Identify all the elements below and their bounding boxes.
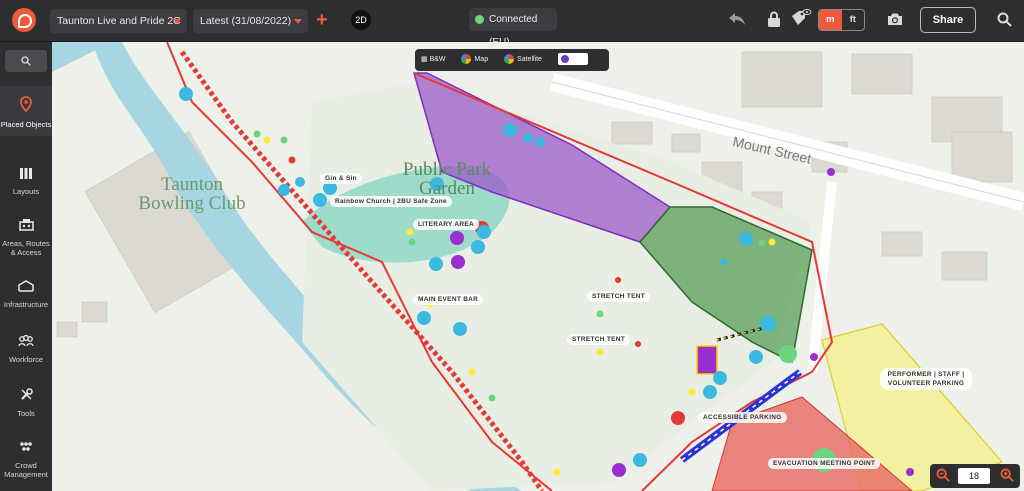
sidebar-item-tools[interactable]: Tools: [0, 388, 52, 418]
search-icon[interactable]: [997, 12, 1012, 27]
view-mode-toggle[interactable]: 2D: [351, 10, 371, 30]
lock-icon[interactable]: [767, 11, 781, 28]
version-select-value: Latest (31/08/2022): [200, 15, 292, 27]
tag-visibility-icon[interactable]: [790, 8, 812, 28]
areas-icon: [0, 219, 52, 234]
zone-label-accessible-parking[interactable]: ACCESSIBLE PARKING: [698, 412, 787, 423]
app-logo-icon[interactable]: [12, 8, 36, 32]
google-icon: [504, 54, 515, 65]
sidebar-item-crowd-management[interactable]: Crowd Management: [0, 441, 52, 479]
workforce-icon: [0, 334, 52, 350]
zone-label-rainbow-church[interactable]: Rainbow Church | 2BU Safe Zone: [330, 196, 452, 207]
ordnance-survey-icon: [560, 55, 569, 64]
zone-label-gin-sin[interactable]: Gin & Sin: [320, 173, 362, 184]
zone-label-stretch-tent[interactable]: STRETCH TENT: [587, 291, 651, 302]
share-button[interactable]: Share: [920, 7, 976, 33]
unit-metric-button[interactable]: m: [819, 10, 842, 30]
event-select-value: Taunton Live and Pride 2C: [57, 15, 181, 27]
crowd-icon: [0, 441, 52, 456]
sidebar-item-label: Infrastructure: [3, 300, 49, 309]
sidebar-item-infrastructure[interactable]: Infrastructure: [0, 280, 52, 309]
zoom-level[interactable]: 18: [958, 468, 990, 484]
zone-label-main-event-bar[interactable]: MAIN EVENT BAR: [413, 294, 484, 305]
zone-label-performer-parking[interactable]: PERFORMER | STAFF | VOLUNTEER PARKING: [880, 368, 972, 390]
status-dot-icon: [475, 15, 484, 24]
bowling-club-label: Taunton Bowling Club: [138, 174, 246, 214]
undo-icon[interactable]: [728, 12, 746, 26]
sidebar-item-label: Layouts: [12, 187, 40, 196]
google-icon: [461, 54, 472, 65]
connection-status: Connected (EU): [469, 8, 557, 48]
purple-structure: [696, 345, 718, 375]
park-label: Public Park Garden: [402, 159, 492, 199]
layouts-icon: [0, 168, 52, 182]
layer-ordnance-survey-button[interactable]: [557, 53, 588, 66]
sidebar-item-label: Placed Objects: [0, 120, 52, 129]
search-icon: [21, 56, 31, 66]
layer-bw-button[interactable]: ▦ B&W: [421, 56, 453, 63]
chevron-down-icon: [294, 19, 302, 24]
zoom-control: 18: [930, 464, 1020, 488]
zone-label-evacuation-point[interactable]: EVACUATION MEETING POINT: [768, 458, 881, 469]
sidebar-item-layouts[interactable]: Layouts: [0, 168, 52, 196]
chevron-down-icon: [173, 19, 181, 24]
sidebar: Placed Objects Layouts Areas, Routes & A…: [0, 42, 52, 491]
add-button[interactable]: +: [316, 9, 328, 31]
zone-label-stretch-tent[interactable]: STRETCH TENT: [567, 334, 631, 345]
zone-label-literary-area[interactable]: LITERARY AREA: [413, 219, 480, 230]
map-basemap: [52, 42, 1024, 491]
layer-satellite-button[interactable]: Satellite: [504, 54, 549, 65]
units-toggle: m ft: [818, 9, 865, 31]
unit-imperial-button[interactable]: ft: [842, 10, 865, 30]
sidebar-item-placed-objects[interactable]: Placed Objects: [0, 86, 52, 136]
top-bar: Taunton Live and Pride 2C Latest (31/08/…: [0, 0, 1024, 48]
layer-map-button[interactable]: Map: [461, 54, 495, 65]
sidebar-item-areas[interactable]: Areas, Routes & Access: [0, 219, 52, 257]
sidebar-search-button[interactable]: [5, 50, 47, 72]
sidebar-item-label: Workforce: [8, 355, 44, 364]
camera-icon[interactable]: [887, 12, 903, 26]
zoom-out-icon[interactable]: [936, 468, 950, 482]
map-canvas[interactable]: Taunton Bowling Club Public Park Garden …: [52, 42, 1024, 491]
zoom-in-icon[interactable]: [1000, 468, 1014, 482]
sidebar-item-label: Crowd Management: [4, 461, 48, 479]
sidebar-item-workforce[interactable]: Workforce: [0, 334, 52, 364]
infrastructure-icon: [0, 280, 52, 295]
basemap-layer-switcher: ▦ B&W Map Satellite: [415, 49, 609, 71]
sidebar-item-label: Areas, Routes & Access: [2, 239, 50, 257]
event-select[interactable]: Taunton Live and Pride 2C: [50, 9, 187, 33]
version-select[interactable]: Latest (31/08/2022): [193, 9, 308, 33]
tools-icon: [0, 388, 52, 404]
map-pin-icon: [0, 96, 52, 115]
sidebar-item-label: Tools: [17, 409, 35, 418]
